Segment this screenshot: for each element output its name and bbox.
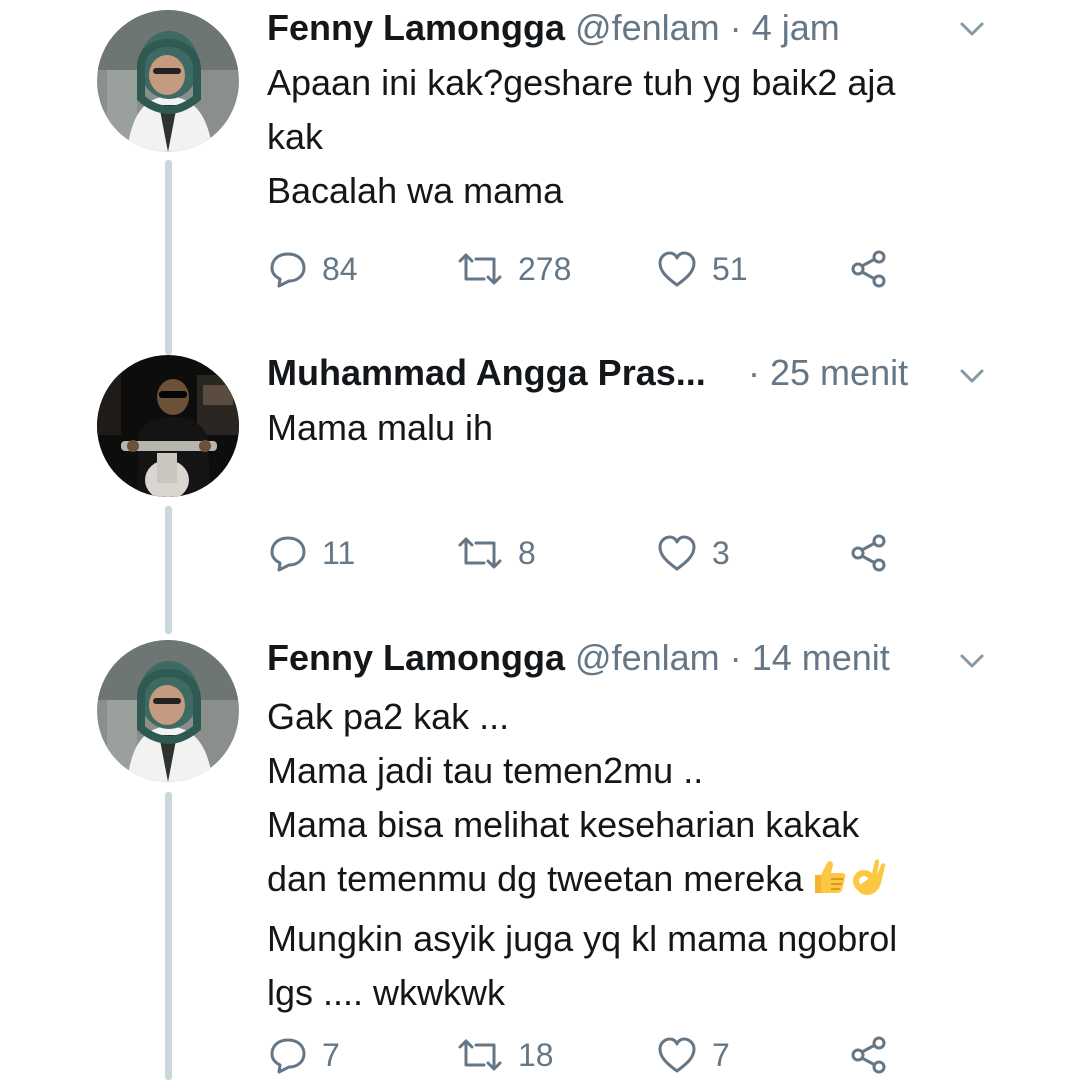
reply-button[interactable]: 11 (268, 528, 355, 578)
like-button[interactable]: 7 (656, 1030, 730, 1080)
heart-icon (656, 533, 698, 573)
tweet-text-line: Mama bisa melihat keseharian kakak (267, 804, 860, 845)
retweet-button[interactable]: 18 (456, 1030, 554, 1080)
retweet-button[interactable]: 278 (456, 244, 571, 294)
like-count: 51 (712, 251, 748, 287)
tweet-actions: 84 278 51 (268, 244, 908, 294)
author-name[interactable]: Muhammad Angga Pras... (267, 352, 706, 393)
ok-hand-emoji (851, 857, 887, 912)
tweet-timestamp[interactable]: 14 menit (752, 637, 890, 678)
retweet-button[interactable]: 8 (456, 528, 536, 578)
tweet-text-line: dan temenmu dg tweetan mereka (267, 858, 804, 899)
tweet-text-line: lgs .... wkwkwk (267, 972, 506, 1013)
retweet-count: 18 (518, 1037, 554, 1073)
share-icon (848, 248, 890, 290)
author-handle[interactable]: @fenlam (575, 637, 720, 678)
author-name[interactable]: Fenny Lamongga (267, 7, 565, 48)
reply-button[interactable]: 84 (268, 244, 358, 294)
thumbs-up-emoji (809, 857, 849, 912)
share-button[interactable] (848, 1030, 890, 1080)
tweet-text-line-with-emoji: dan temenmu dg tweetan mereka (267, 852, 987, 912)
separator-dot: · (729, 637, 742, 678)
tweet-text-line: Mama malu ih (267, 407, 494, 448)
tweet-actions: 11 8 3 (268, 528, 908, 578)
retweet-count: 8 (518, 535, 536, 571)
avatar[interactable] (97, 10, 239, 152)
retweet-icon (456, 1035, 504, 1075)
separator-dot: · (748, 352, 760, 393)
reply-icon (268, 533, 308, 573)
tweet-text: Gak pa2 kak ... Mama jadi tau temen2mu .… (267, 690, 987, 1020)
reply-count: 84 (322, 251, 358, 287)
tweet-text-line: Mama jadi tau temen2mu .. (267, 750, 704, 791)
share-button[interactable] (848, 528, 890, 578)
reply-count: 7 (322, 1037, 340, 1073)
author-name[interactable]: Fenny Lamongga (267, 637, 565, 678)
reply-button[interactable]: 7 (268, 1030, 340, 1080)
chevron-down-icon[interactable] (955, 359, 989, 393)
tweet-header: Fenny Lamongga @fenlam · 4 jam (267, 0, 1000, 56)
tweet-text-line: kak (267, 116, 324, 157)
reply-icon (268, 1035, 308, 1075)
tweet[interactable]: Muhammad Angga Pras... · 25 menit Mama m… (0, 345, 1080, 595)
tweet-timestamp[interactable]: 4 jam (752, 7, 840, 48)
chevron-down-icon[interactable] (955, 644, 989, 678)
tweet[interactable]: Fenny Lamongga @fenlam · 4 jam Apaan ini… (0, 0, 1080, 320)
tweet-timestamp[interactable]: 25 menit (770, 352, 908, 393)
tweet-text: Apaan ini kak?geshare tuh yg baik2 aja k… (267, 56, 987, 218)
tweet[interactable]: Fenny Lamongga @fenlam · 14 menit Gak pa… (0, 630, 1080, 1080)
reply-icon (268, 249, 308, 289)
separator-dot: · (729, 7, 742, 48)
tweet-text: Mama malu ih (267, 401, 987, 455)
retweet-icon (456, 533, 504, 573)
share-icon (848, 532, 890, 574)
share-button[interactable] (848, 244, 890, 294)
like-count: 7 (712, 1037, 730, 1073)
tweet-text-line: Mungkin asyik juga yq kl mama ngobrol (267, 918, 898, 959)
avatar[interactable] (97, 640, 239, 782)
retweet-icon (456, 249, 504, 289)
tweet-text-line: Gak pa2 kak ... (267, 696, 510, 737)
like-button[interactable]: 3 (656, 528, 730, 578)
tweet-time-area: · 25 menit (748, 345, 908, 401)
tweet-text-line: Bacalah wa mama (267, 170, 564, 211)
like-count: 3 (712, 535, 730, 571)
author-handle[interactable]: @fenlam (575, 7, 720, 48)
tweet-actions: 7 18 7 (268, 1030, 908, 1080)
chevron-down-icon[interactable] (955, 12, 989, 46)
retweet-count: 278 (518, 251, 572, 287)
heart-icon (656, 1035, 698, 1075)
like-button[interactable]: 51 (656, 244, 748, 294)
share-icon (848, 1034, 890, 1076)
reply-count: 11 (322, 535, 356, 571)
tweet-text-line: Apaan ini kak?geshare tuh yg baik2 aja (267, 62, 896, 103)
heart-icon (656, 249, 698, 289)
avatar[interactable] (97, 355, 239, 497)
tweet-header: Fenny Lamongga @fenlam · 14 menit (267, 630, 1000, 686)
